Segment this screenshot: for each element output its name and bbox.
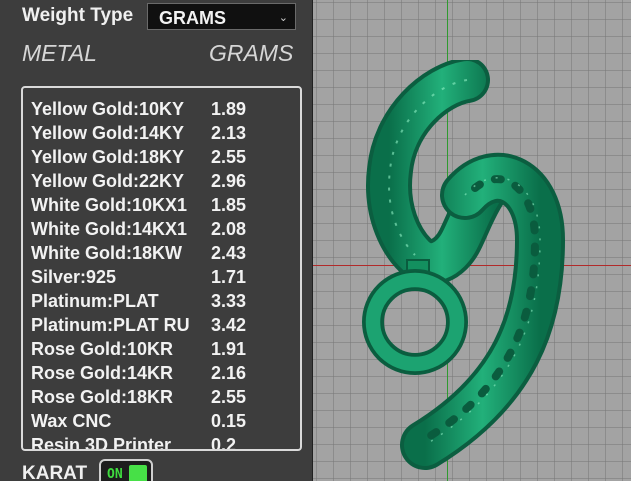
weight-type-dropdown[interactable]: GRAMS ⌄ bbox=[147, 3, 296, 30]
list-item: Silver:925 1.71 bbox=[31, 267, 300, 291]
list-item: Yellow Gold:18KY 2.55 bbox=[31, 147, 300, 171]
metal-grams: 2.16 bbox=[211, 363, 247, 383]
metal-name: Platinum:PLAT RU bbox=[31, 315, 190, 335]
metal-grams: 3.42 bbox=[211, 315, 247, 335]
list-item: Rose Gold:10KR 1.91 bbox=[31, 339, 300, 363]
metal-column-header: METAL bbox=[22, 40, 97, 66]
metal-grams: 1.91 bbox=[211, 339, 247, 359]
metal-grams: 1.71 bbox=[211, 267, 247, 287]
list-item: White Gold:18KW 2.43 bbox=[31, 243, 300, 267]
metal-grams: 2.43 bbox=[211, 243, 247, 263]
metal-grams: 2.55 bbox=[211, 147, 247, 167]
karat-label: KARAT bbox=[22, 463, 88, 481]
metal-name: Silver:925 bbox=[31, 267, 117, 287]
list-item: Wax CNC 0.15 bbox=[31, 411, 300, 435]
metal-name: Resin 3D Printer bbox=[31, 435, 172, 451]
list-item: Platinum:PLAT 3.33 bbox=[31, 291, 300, 315]
weight-panel: Weight Type GRAMS ⌄ METAL GRAMS Yellow G… bbox=[0, 0, 313, 481]
list-item: Yellow Gold:14KY 2.13 bbox=[31, 123, 300, 147]
metal-grams: 2.96 bbox=[211, 171, 247, 191]
metal-grams: 2.55 bbox=[211, 387, 247, 407]
list-item: Platinum:PLAT RU 3.42 bbox=[31, 315, 300, 339]
list-item: Yellow Gold:10KY 1.89 bbox=[31, 99, 300, 123]
metal-name: Yellow Gold:18KY bbox=[31, 147, 185, 167]
metal-grams: 2.08 bbox=[211, 219, 247, 239]
metal-name: Yellow Gold:10KY bbox=[31, 99, 185, 119]
chevron-down-icon: ⌄ bbox=[278, 12, 288, 24]
metal-weight-list[interactable]: Yellow Gold:10KY 1.89 Yellow Gold:14KY 2.13… bbox=[21, 86, 302, 451]
list-item: White Gold:10KX1 1.85 bbox=[31, 195, 300, 219]
metal-name: Rose Gold:18KR bbox=[31, 387, 174, 407]
list-item: Rose Gold:14KR 2.16 bbox=[31, 363, 300, 387]
list-item: Resin 3D Printer 0.2 bbox=[31, 435, 300, 451]
karat-toggle[interactable]: ON bbox=[99, 459, 153, 481]
metal-name: White Gold:18KW bbox=[31, 243, 182, 263]
metal-name: Yellow Gold:14KY bbox=[31, 123, 185, 143]
metal-grams: 2.13 bbox=[211, 123, 247, 143]
metal-name: Wax CNC bbox=[31, 411, 112, 431]
weight-type-label: Weight Type bbox=[22, 5, 134, 26]
grams-column-header: GRAMS bbox=[209, 40, 294, 66]
list-item: White Gold:14KX1 2.08 bbox=[31, 219, 300, 243]
toggle-knob bbox=[129, 465, 147, 481]
metal-grams: 0.15 bbox=[211, 411, 247, 431]
metal-grams: 3.33 bbox=[211, 291, 247, 311]
metal-name: Yellow Gold:22KY bbox=[31, 171, 185, 191]
metal-name: Platinum:PLAT bbox=[31, 291, 159, 311]
metal-name: White Gold:14KX1 bbox=[31, 219, 188, 239]
list-item: Rose Gold:18KR 2.55 bbox=[31, 387, 300, 411]
metal-grams: 1.89 bbox=[211, 99, 247, 119]
weight-type-value: GRAMS bbox=[159, 8, 226, 28]
list-item: Yellow Gold:22KY 2.96 bbox=[31, 171, 300, 195]
metal-name: White Gold:10KX1 bbox=[31, 195, 188, 215]
metal-grams: 0.2 bbox=[211, 435, 237, 451]
metal-name: Rose Gold:14KR bbox=[31, 363, 174, 383]
jewelry-model[interactable] bbox=[355, 60, 565, 480]
metal-name: Rose Gold:10KR bbox=[31, 339, 174, 359]
toggle-state-text: ON bbox=[107, 467, 123, 481]
metal-grams: 1.85 bbox=[211, 195, 247, 215]
